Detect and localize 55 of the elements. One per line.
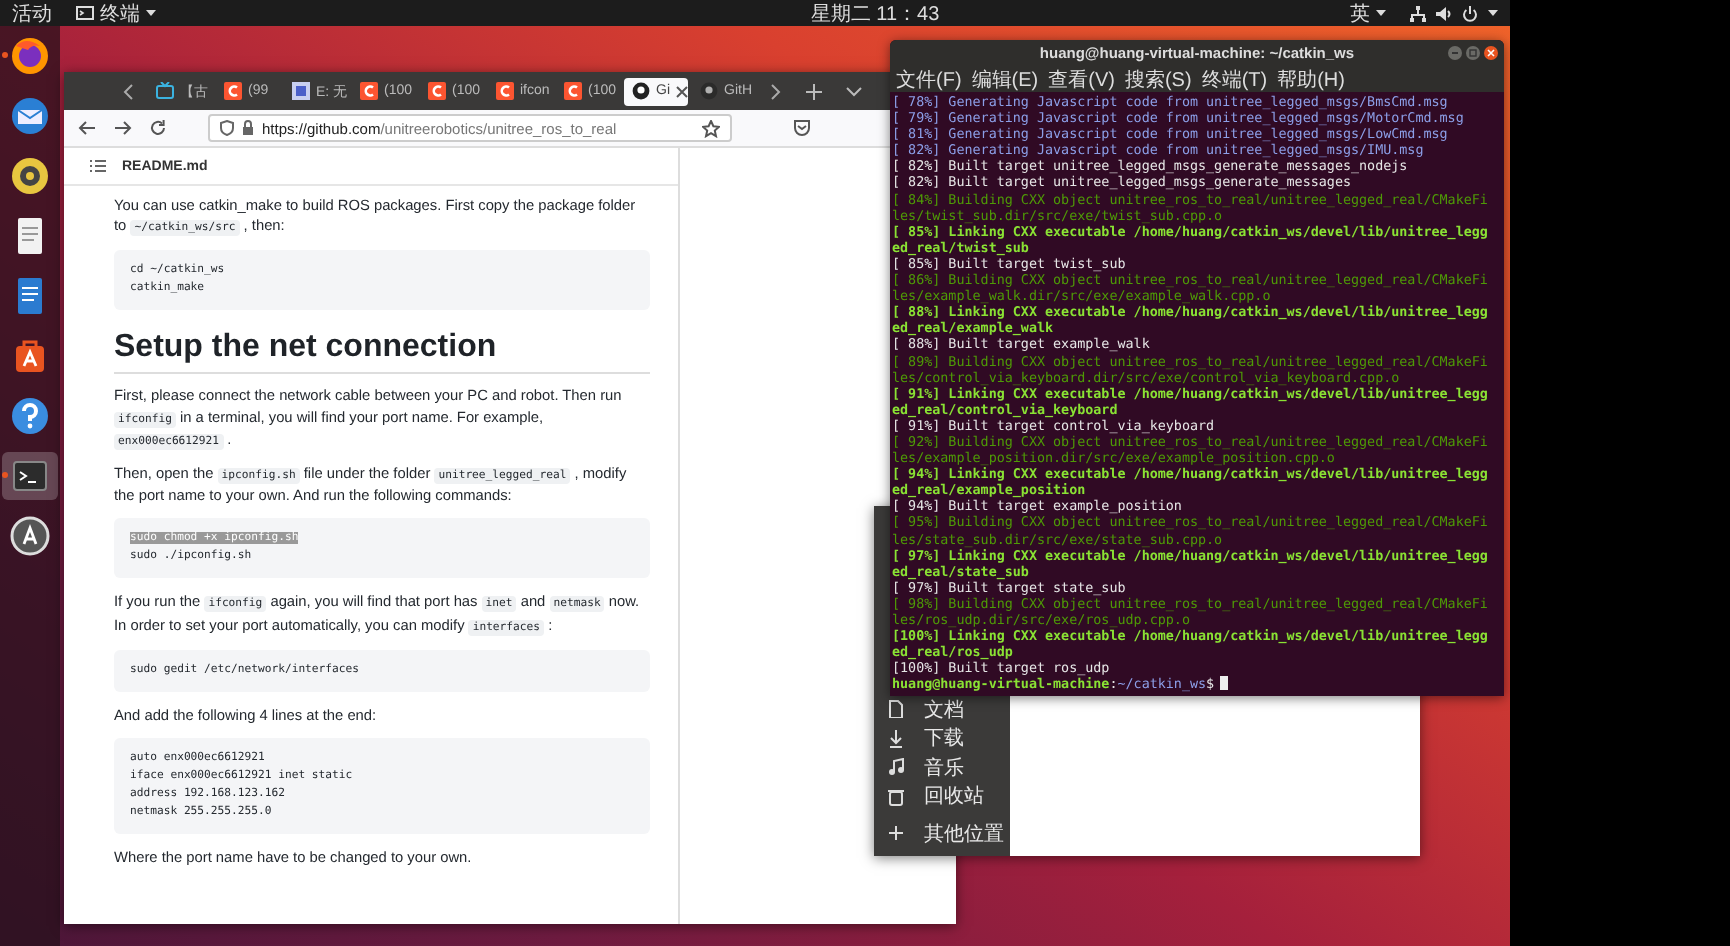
speaker-icon[interactable]: [8, 154, 52, 198]
mail-icon[interactable]: [8, 94, 52, 138]
network-icon: [1409, 5, 1426, 21]
update-icon[interactable]: [8, 514, 52, 558]
help-icon[interactable]: [8, 394, 52, 438]
forward-icon[interactable]: [114, 120, 132, 136]
menu-item[interactable]: 文件(F): [896, 65, 962, 93]
app-menu[interactable]: 终端: [76, 0, 156, 27]
caret-icon: [146, 9, 156, 17]
sidebar-item[interactable]: 回收站: [874, 782, 1010, 811]
browser-icon[interactable]: [8, 34, 52, 78]
document-icon: [888, 700, 904, 719]
activities-button[interactable]: 活动: [12, 0, 52, 27]
volume-icon: [1435, 5, 1452, 21]
c-logo-icon: [224, 82, 242, 100]
music-icon: [888, 758, 904, 777]
c-logo-icon: [564, 82, 582, 100]
chevron-down-icon[interactable]: [846, 85, 862, 97]
caret-icon: [1487, 9, 1498, 17]
sidebar-item[interactable]: 其他位置: [874, 819, 1010, 848]
sidebar-item[interactable]: 音乐: [874, 753, 1010, 782]
cursor: [1220, 676, 1229, 691]
c-logo-icon: [360, 82, 378, 100]
star-icon[interactable]: [702, 119, 720, 137]
terminal-icon: [76, 6, 94, 20]
menu-item[interactable]: 终端(T): [1201, 65, 1268, 93]
close-icon[interactable]: [676, 85, 688, 97]
caret-icon: [1375, 9, 1386, 17]
menu-item[interactable]: 编辑(E): [971, 65, 1039, 93]
lock-icon: [242, 120, 254, 136]
plus-icon[interactable]: [806, 83, 822, 99]
clock[interactable]: 星期二 11：43: [810, 0, 940, 27]
shield-icon: [220, 120, 234, 136]
plus-icon: [888, 824, 904, 843]
trash-icon: [888, 787, 904, 806]
system-menu[interactable]: [1409, 5, 1498, 21]
c-logo-icon: [428, 82, 446, 100]
c-logo-icon: [496, 82, 514, 100]
minimize-icon[interactable]: [1448, 46, 1462, 60]
chevron-left-icon[interactable]: [122, 83, 134, 99]
menu-item[interactable]: 搜索(S): [1124, 65, 1192, 93]
sidebar-item[interactable]: 下载: [874, 724, 1010, 753]
chevron-right-icon[interactable]: [770, 83, 782, 99]
menu-item[interactable]: 查看(V): [1048, 65, 1115, 93]
power-icon: [1461, 5, 1478, 21]
menu-item[interactable]: 帮助(H): [1277, 65, 1345, 93]
reload-icon[interactable]: [150, 120, 166, 136]
tv-icon: [156, 82, 174, 100]
download-icon: [888, 729, 904, 748]
image-icon: [292, 82, 310, 100]
back-icon[interactable]: [78, 120, 96, 136]
section-heading: Setup the net connection: [114, 328, 650, 375]
sidebar-item[interactable]: 文档: [874, 695, 1010, 724]
input-method-menu[interactable]: 英: [1349, 0, 1386, 27]
list-icon: [90, 160, 106, 172]
